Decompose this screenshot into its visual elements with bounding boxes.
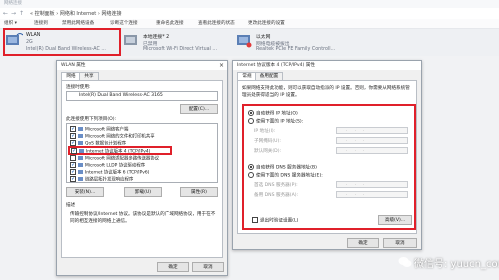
adapter-local-2[interactable]: 本地连接* 2 已禁用 Microsoft Wi-Fi Direct Virtu…	[122, 30, 232, 54]
description-text: 传输控制协议/Internet 协议。该协议是默认的广域网络协议，用于在不同的相…	[70, 212, 216, 224]
checkbox[interactable]: ✔	[70, 125, 76, 132]
ip-address-field[interactable]: ...	[336, 127, 408, 134]
ipv4-properties-dialog: Internet 协议版本 4 (TCP/IPv4) 属性 常规 备用配置 如果…	[232, 60, 422, 250]
radio-button[interactable]	[248, 117, 254, 124]
wechat-icon	[398, 257, 412, 267]
component-icon	[78, 176, 83, 181]
view-status-button[interactable]: 查看此连接的状态	[198, 20, 235, 26]
radio-button[interactable]	[248, 163, 254, 170]
ip-address-label: IP 地址(I):	[254, 129, 276, 134]
checkbox[interactable]: ✔	[70, 139, 76, 146]
checkbox[interactable]: ✔	[70, 168, 76, 175]
adapter-status: 已禁用	[143, 42, 158, 47]
adapter-wlan[interactable]: WLAN 2G Intel(R) Dual Band Wireless-AC .…	[3, 28, 121, 56]
gateway-field[interactable]: ...	[336, 147, 408, 154]
adapter-name: 本地连接* 2	[143, 35, 170, 40]
list-item[interactable]: ✔ Internet 协议版本 6 (TCP/IPv6)	[70, 168, 149, 176]
close-icon[interactable]: ×	[219, 61, 224, 70]
adapter-name: 以太网	[256, 35, 271, 40]
list-item[interactable]: ✔ 链路层拓扑发现响应程序	[70, 175, 133, 183]
auto-dns-radio[interactable]: 自动获得 DNS 服务器地址(B)	[248, 163, 317, 171]
back-icon[interactable]: ←	[3, 10, 8, 17]
radio-button[interactable]	[248, 171, 254, 178]
list-item-ipv4[interactable]: ✔ Internet 协议版本 4 (TCP/IPv4)	[68, 146, 172, 155]
adapter-status: 网络电缆被拔出	[256, 42, 290, 47]
component-icon	[79, 148, 84, 153]
adapter-field: Intel(R) Dual Band Wireless-AC 3165	[66, 91, 218, 101]
list-item[interactable]: ✔ Microsoft 网络客户端	[70, 125, 128, 133]
organize-button[interactable]: 组织 ▾	[4, 20, 17, 26]
adapter-status: 2G	[26, 40, 33, 45]
uninstall-button[interactable]: 卸载(U)	[124, 187, 162, 197]
change-settings-button[interactable]: 更改此连接的设置	[248, 20, 285, 26]
component-icon	[78, 169, 83, 174]
ethernet-adapter-icon	[237, 35, 252, 48]
checkbox[interactable]: ✔	[70, 175, 76, 182]
description-label: 描述	[66, 203, 76, 208]
alternate-dns-field[interactable]: ...	[336, 191, 408, 198]
auto-ip-radio[interactable]: 自动获得 IP 地址(O)	[248, 109, 298, 117]
component-icon	[78, 140, 83, 145]
adapter-device: Intel(R) Dual Band Wireless-AC ...	[26, 47, 106, 52]
adapter-name: WLAN	[26, 33, 41, 38]
configure-button[interactable]: 配置(C)...	[180, 104, 218, 114]
watermark: 微信号: yuucn_com	[414, 259, 499, 270]
items-label: 此连接使用下列项目(O):	[66, 117, 117, 122]
adapter-device: Microsoft Wi-Fi Direct Virtual ...	[143, 47, 217, 52]
radio-button[interactable]	[248, 109, 254, 116]
subnet-mask-field[interactable]: ...	[336, 137, 408, 144]
up-icon[interactable]: ↑	[19, 10, 24, 17]
component-icon	[78, 126, 83, 131]
wireless-adapter-icon	[6, 33, 23, 45]
breadcrumb[interactable]: « 控制面板 › 网络和 Internet › 网络连接	[30, 10, 121, 17]
component-icon	[78, 162, 83, 167]
ip-settings-highlight: 自动获得 IP 地址(O) 使用下面的 IP 地址(S): IP 地址(I): …	[242, 104, 416, 230]
components-list: ✔ Microsoft 网络客户端 ✔ Microsoft 网络的文件和打印机共享 …	[66, 123, 218, 183]
forward-icon[interactable]: →	[11, 10, 16, 17]
ok-button[interactable]: 确定	[157, 262, 189, 272]
component-icon	[78, 133, 83, 138]
adapter-device: Realtek PCIe FE Family Controll...	[256, 47, 336, 52]
list-item[interactable]: ✔ Microsoft 网络的文件和打印机共享	[70, 132, 155, 140]
subnet-mask-label: 子网掩码(U):	[254, 139, 281, 144]
connect-to-button[interactable]: 连接到	[34, 20, 48, 26]
gateway-label: 默认网关(D):	[254, 149, 282, 154]
disable-device-button[interactable]: 禁用此网络设备	[62, 20, 94, 26]
diagnose-button[interactable]: 诊断这个连接	[110, 20, 138, 26]
install-button[interactable]: 安装(N)...	[66, 187, 104, 197]
cancel-button[interactable]: 取消	[192, 262, 224, 272]
list-item[interactable]: Microsoft 网络适配器多路传送器协议	[70, 154, 159, 162]
general-tab-panel: 如果网络支持此功能，则可以获取自动指派的 IP 设置。否则，你需要从网络系统管理…	[237, 80, 417, 234]
preferred-dns-field[interactable]: ...	[336, 181, 408, 188]
rename-button[interactable]: 重命名此连接	[156, 20, 184, 26]
component-icon	[78, 155, 83, 160]
window-title: 网络连接	[0, 0, 499, 8]
validate-checkbox[interactable]: 退出时验证设置(L)	[252, 216, 298, 224]
advanced-button[interactable]: 高级(V)...	[378, 215, 412, 225]
manual-dns-radio[interactable]: 使用下面的 DNS 服务器地址(E):	[248, 171, 323, 179]
intro-text: 如果网络支持此功能，则可以获取自动指派的 IP 设置。否则，你需要从网络系统管理…	[242, 86, 410, 98]
list-item[interactable]: ✔ Microsoft LLDP 协议驱动程序	[70, 161, 145, 169]
wlan-properties-dialog: WLAN 属性 × 网络 共享 连接时使用: Intel(R) Dual Ban…	[56, 60, 228, 276]
checkbox[interactable]: ✔	[71, 147, 77, 154]
checkbox[interactable]: ✔	[70, 161, 76, 168]
connect-using-label: 连接时使用:	[66, 85, 91, 90]
manual-ip-radio[interactable]: 使用下面的 IP 地址(S):	[248, 117, 303, 125]
checkbox[interactable]	[70, 154, 76, 161]
adapter-ethernet[interactable]: 以太网 网络电缆被拔出 Realtek PCIe FE Family Contr…	[235, 30, 345, 54]
network-tab-panel: 连接时使用: Intel(R) Dual Band Wireless-AC 31…	[61, 80, 223, 258]
dialog-title: WLAN 属性	[57, 61, 227, 70]
cancel-button[interactable]: 取消	[383, 238, 417, 248]
checkbox[interactable]	[252, 216, 258, 223]
adapter-name-value: Intel(R) Dual Band Wireless-AC 3165	[79, 93, 163, 98]
alternate-dns-label: 备用 DNS 服务器(A):	[254, 193, 299, 198]
network-adapter-icon	[124, 35, 137, 45]
ok-button[interactable]: 确定	[347, 238, 379, 248]
preferred-dns-label: 首选 DNS 服务器(P):	[254, 183, 298, 188]
dialog-title: Internet 协议版本 4 (TCP/IPv4) 属性	[233, 61, 421, 70]
checkbox[interactable]: ✔	[70, 132, 76, 139]
properties-button[interactable]: 属性(R)	[180, 187, 218, 197]
